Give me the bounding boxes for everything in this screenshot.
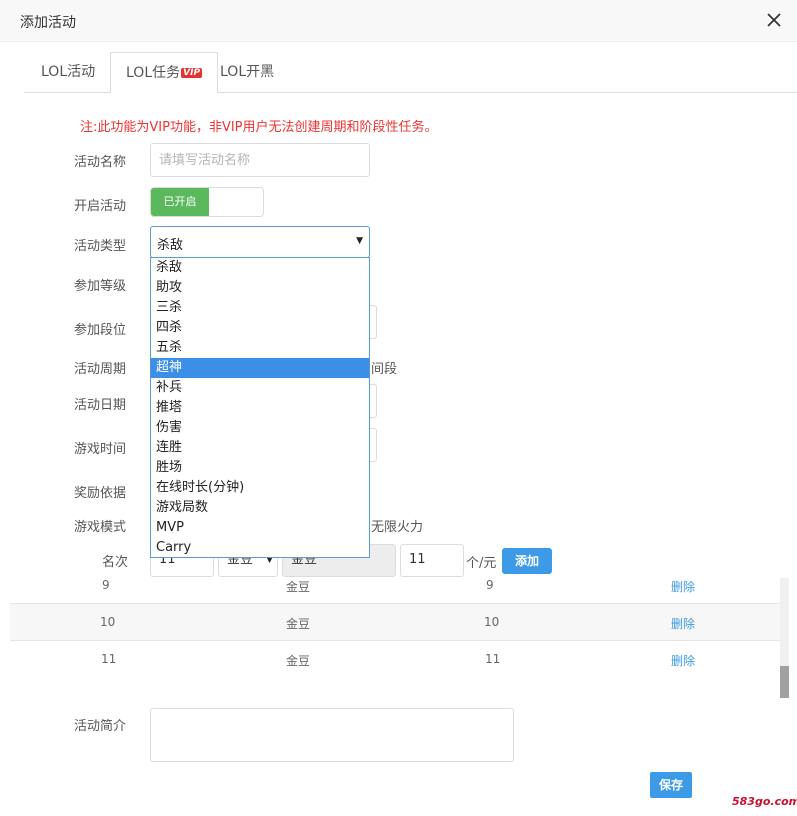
- caret-down-icon: ▼: [356, 236, 363, 246]
- table-row: 11 金豆 11 删除: [10, 641, 780, 678]
- period-option-text: 间段: [371, 362, 398, 377]
- vip-badge: VIP: [181, 68, 203, 78]
- close-icon[interactable]: [765, 11, 783, 29]
- game-mode-option-text: 无限火力: [371, 520, 424, 535]
- dropdown-option[interactable]: MVP: [151, 518, 369, 538]
- table-row: 10 金豆 10 删除: [10, 604, 780, 641]
- cell-currency: 金豆: [286, 654, 311, 668]
- dropdown-option[interactable]: 推塔: [151, 398, 369, 418]
- dropdown-option[interactable]: 游戏局数: [151, 498, 369, 518]
- tab-lol-activity[interactable]: LOL活动: [26, 52, 110, 93]
- modal-header: 添加活动: [0, 0, 797, 42]
- label-period: 活动周期: [74, 362, 127, 377]
- enable-toggle[interactable]: 已开启: [150, 187, 264, 217]
- delete-link[interactable]: 删除: [671, 652, 695, 669]
- cell-amount: 10: [484, 615, 500, 629]
- activity-type-dropdown: 杀敌 助攻 三杀 四杀 五杀 超神 补兵 推塔 伤害 连胜 胜场 在线时长(分钟…: [150, 257, 370, 558]
- dropdown-option[interactable]: Carry: [151, 538, 369, 558]
- activity-type-select[interactable]: 杀敌 ▼: [150, 226, 370, 258]
- dropdown-option[interactable]: 胜场: [151, 458, 369, 478]
- select-value: 杀敌: [157, 238, 184, 253]
- label-game-mode: 游戏模式: [74, 520, 127, 535]
- watermark-logo: 583go.com: [732, 795, 797, 808]
- label-enable-activity: 开启活动: [74, 199, 127, 214]
- tab-lol-team[interactable]: LOL开黑: [205, 52, 289, 93]
- dropdown-option[interactable]: 助攻: [151, 278, 369, 298]
- activity-name-input[interactable]: [150, 143, 370, 177]
- tab-bar: LOL活动 LOL任务 VIP LOL开黑: [24, 52, 797, 94]
- label-activity-type: 活动类型: [74, 239, 127, 254]
- cell-rank: 9: [102, 578, 110, 592]
- dropdown-option[interactable]: 杀敌: [151, 258, 369, 278]
- cell-amount: 11: [485, 652, 501, 666]
- table-scrollbar[interactable]: [780, 578, 789, 698]
- label-level: 参加等级: [74, 279, 127, 294]
- cell-rank: 10: [100, 615, 116, 629]
- cell-currency: 金豆: [286, 617, 311, 631]
- tab-lol-task[interactable]: LOL任务 VIP: [110, 52, 219, 94]
- dropdown-option[interactable]: 连胜: [151, 438, 369, 458]
- tab-label: LOL开黑: [220, 64, 275, 80]
- label-reward-basis: 奖励依据: [74, 486, 127, 501]
- toggle-on-label: 已开启: [151, 188, 209, 216]
- dropdown-option[interactable]: 三杀: [151, 298, 369, 318]
- delete-link[interactable]: 删除: [671, 578, 695, 595]
- dropdown-option-selected[interactable]: 超神: [151, 358, 369, 378]
- cell-currency: 金豆: [286, 580, 311, 594]
- dropdown-option[interactable]: 四杀: [151, 318, 369, 338]
- dropdown-option[interactable]: 在线时长(分钟): [151, 478, 369, 498]
- label-rank: 参加段位: [74, 323, 127, 338]
- label-intro: 活动简介: [74, 719, 127, 734]
- table-row: 9 金豆 9 删除: [10, 567, 780, 604]
- tab-label: LOL任务: [126, 65, 181, 81]
- vip-notice: 注:此功能为VIP功能，非VIP用户无法创建周期和阶段性任务。: [80, 120, 438, 135]
- delete-link[interactable]: 删除: [671, 615, 695, 632]
- label-game-time: 游戏时间: [74, 442, 127, 457]
- intro-textarea[interactable]: [150, 708, 514, 762]
- label-activity-name: 活动名称: [74, 155, 127, 170]
- scrollbar-thumb[interactable]: [780, 666, 789, 698]
- dropdown-option[interactable]: 补兵: [151, 378, 369, 398]
- dropdown-option[interactable]: 伤害: [151, 418, 369, 438]
- tab-label: LOL活动: [41, 64, 96, 80]
- cell-rank: 11: [101, 652, 117, 666]
- modal-title: 添加活动: [20, 15, 76, 31]
- cell-amount: 9: [486, 578, 494, 592]
- save-button[interactable]: 保存: [650, 772, 692, 798]
- label-date: 活动日期: [74, 398, 127, 413]
- dropdown-option[interactable]: 五杀: [151, 338, 369, 358]
